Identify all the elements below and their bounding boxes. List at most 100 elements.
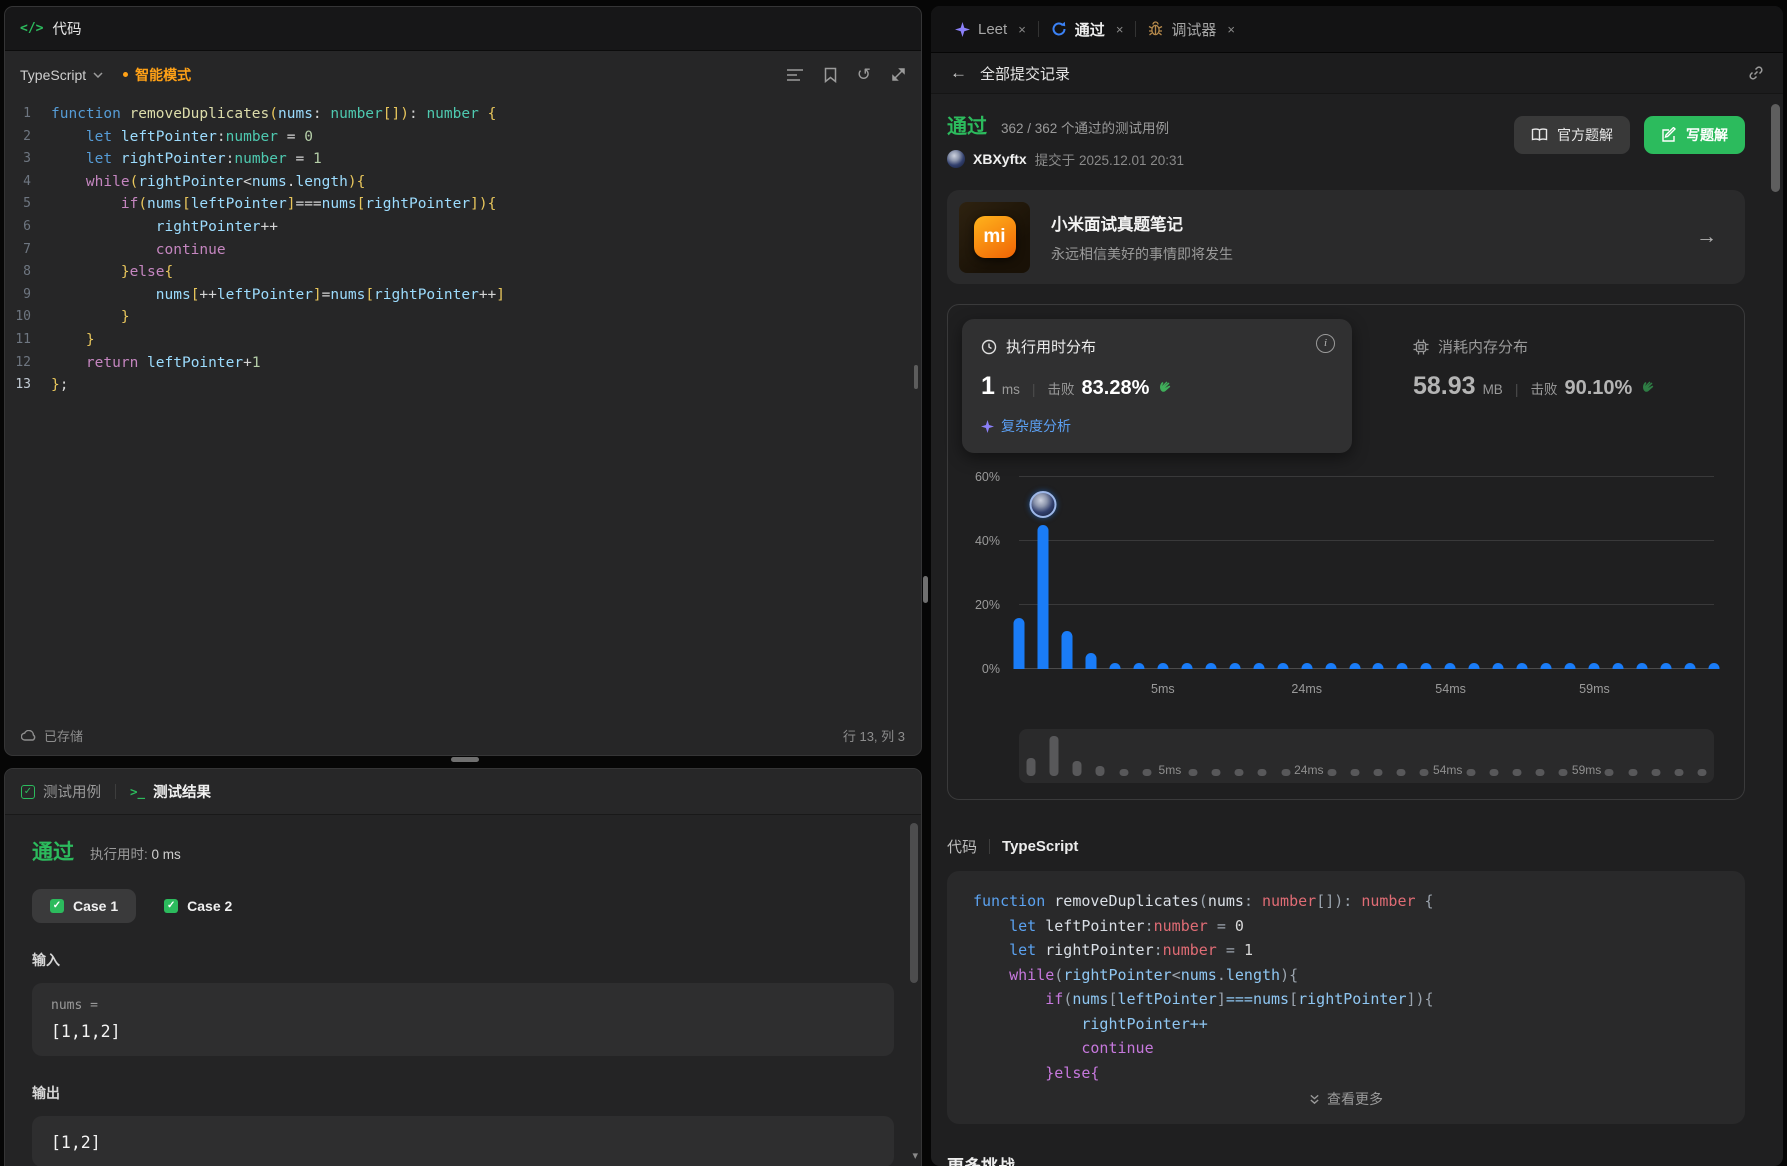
- code-line: 13};: [5, 374, 921, 397]
- histogram-bar[interactable]: [1709, 663, 1720, 669]
- gridline: [1019, 668, 1714, 669]
- histogram-bar[interactable]: [1541, 663, 1552, 669]
- right-scrollbar-thumb[interactable]: [1771, 104, 1780, 192]
- histogram-bar[interactable]: [1133, 663, 1144, 669]
- code-line: 8 }else{: [5, 261, 921, 284]
- histogram-bar[interactable]: [1469, 663, 1480, 669]
- language-select[interactable]: TypeScript: [20, 67, 103, 83]
- case-2-button[interactable]: ✓ Case 2: [146, 889, 250, 923]
- mini-histogram-bar: [1212, 769, 1221, 776]
- bug-icon: [1148, 21, 1163, 37]
- xiaomi-logo: mi: [959, 202, 1030, 273]
- histogram-bar[interactable]: [1229, 663, 1240, 669]
- editor-code[interactable]: 1function removeDuplicates(nums: number[…: [5, 98, 921, 397]
- histogram-bar[interactable]: [1205, 663, 1216, 669]
- close-icon[interactable]: ×: [1018, 22, 1026, 37]
- submission-result: 通过 362 / 362 个通过的测试用例 XBXyftx 提交于 2025.1…: [947, 110, 1745, 169]
- info-icon[interactable]: i: [1316, 334, 1335, 353]
- line-number: 3: [5, 148, 51, 171]
- histogram-bar[interactable]: [1277, 663, 1288, 669]
- x-axis-label: 59ms: [1579, 682, 1610, 696]
- runtime-chart-plot[interactable]: [1019, 477, 1714, 669]
- chart-brush[interactable]: 5ms24ms54ms59ms: [1019, 729, 1714, 783]
- line-number: 9: [5, 284, 51, 307]
- undo-icon[interactable]: ↺: [857, 66, 871, 83]
- official-solution-button[interactable]: 官方题解: [1514, 116, 1630, 154]
- xiaomi-banner[interactable]: mi 小米面试真题笔记 永远相信美好的事情即将发生 →: [947, 190, 1745, 284]
- histogram-bar[interactable]: [1589, 663, 1600, 669]
- code-line: while(rightPointer<nums.length){: [973, 963, 1719, 988]
- code-line: rightPointer++: [973, 1012, 1719, 1037]
- tab-leet[interactable]: Leet ×: [955, 21, 1026, 38]
- output-box: [1,2]: [32, 1116, 894, 1166]
- histogram-bar[interactable]: [1181, 663, 1192, 669]
- histogram-bar[interactable]: [1061, 631, 1072, 669]
- histogram-bar[interactable]: [1445, 663, 1456, 669]
- output-label: 输出: [32, 1083, 894, 1103]
- histogram-bar[interactable]: [1517, 663, 1528, 669]
- histogram-bar[interactable]: [1037, 525, 1048, 669]
- beats-label: 击败: [1048, 378, 1075, 398]
- histogram-bar[interactable]: [1565, 663, 1576, 669]
- histogram-bar[interactable]: [1085, 653, 1096, 669]
- vertical-resizer-handle[interactable]: [923, 576, 928, 603]
- case-1-label: Case 1: [73, 898, 118, 914]
- y-axis-label: 40%: [975, 534, 1000, 548]
- line-number: 7: [5, 239, 51, 262]
- horizontal-resizer-handle[interactable]: [451, 757, 479, 762]
- histogram-bar[interactable]: [1613, 663, 1624, 669]
- tab-passed[interactable]: 通过 ×: [1051, 19, 1124, 40]
- histogram-bar[interactable]: [1325, 663, 1336, 669]
- tab-test-result[interactable]: >_ 测试结果: [130, 781, 211, 802]
- submissions-title: 全部提交记录: [980, 63, 1070, 84]
- histogram-bar[interactable]: [1349, 663, 1360, 669]
- language-label: TypeScript: [20, 67, 86, 83]
- check-icon: ✓: [50, 899, 64, 913]
- tab-test-cases[interactable]: ✓ 测试用例: [21, 781, 101, 802]
- histogram-bar[interactable]: [1685, 663, 1696, 669]
- histogram-bar[interactable]: [1157, 663, 1168, 669]
- code-line: 9 nums[++leftPointer]=nums[rightPointer+…: [5, 284, 921, 307]
- input-box[interactable]: nums = [1,1,2]: [32, 983, 894, 1056]
- code-line: 5 if(nums[leftPointer]===nums[rightPoint…: [5, 193, 921, 216]
- runtime-stat-card[interactable]: 执行用时分布 i 1 ms | 击败 83.28% 复杂度分析: [962, 319, 1352, 453]
- histogram-bar[interactable]: [1397, 663, 1408, 669]
- bookmark-icon[interactable]: [824, 67, 837, 83]
- link-icon[interactable]: [1748, 65, 1764, 81]
- memory-stat-card[interactable]: 消耗内存分布 58.93 MB | 击败 90.10%: [1394, 319, 1676, 453]
- editor-toolbar: TypeScript 智能模式 ↺: [5, 51, 921, 98]
- view-more-button[interactable]: 查看更多: [973, 1088, 1719, 1110]
- x-axis-label: 24ms: [1291, 682, 1322, 696]
- close-icon[interactable]: ×: [1116, 22, 1124, 37]
- code-line: 6 rightPointer++: [5, 216, 921, 239]
- beats-label: 击败: [1530, 378, 1557, 398]
- write-solution-button[interactable]: 写题解: [1644, 116, 1745, 154]
- mini-histogram-bar: [1281, 769, 1290, 776]
- mini-histogram-bar: [1142, 769, 1151, 776]
- histogram-bar[interactable]: [1253, 663, 1264, 669]
- scroll-down-arrow[interactable]: ▾: [912, 1149, 918, 1162]
- histogram-bar[interactable]: [1421, 663, 1432, 669]
- back-arrow-icon[interactable]: ←: [950, 63, 967, 83]
- histogram-bar[interactable]: [1014, 618, 1025, 669]
- case-1-button[interactable]: ✓ Case 1: [32, 889, 136, 923]
- complexity-analysis-link[interactable]: 复杂度分析: [981, 416, 1333, 436]
- histogram-bar[interactable]: [1109, 663, 1120, 669]
- histogram-bar[interactable]: [1373, 663, 1384, 669]
- close-icon[interactable]: ×: [1227, 22, 1235, 37]
- official-solution-label: 官方题解: [1557, 125, 1613, 145]
- histogram-bar[interactable]: [1661, 663, 1672, 669]
- expand-icon[interactable]: [891, 67, 906, 82]
- histogram-bar[interactable]: [1301, 663, 1312, 669]
- editor-scrollbar-thumb[interactable]: [914, 365, 918, 389]
- tab-debugger[interactable]: 调试器 ×: [1148, 19, 1235, 40]
- format-lines-icon[interactable]: [787, 68, 804, 82]
- test-scrollbar-thumb[interactable]: [910, 823, 918, 983]
- mini-histogram-bar: [1119, 769, 1128, 776]
- runtime-chart-ylabels: 0%20%40%60%: [962, 477, 1009, 669]
- right-code-lines: function removeDuplicates(nums: number[]…: [973, 889, 1719, 1085]
- smart-mode-toggle[interactable]: 智能模式: [123, 65, 191, 85]
- histogram-bar[interactable]: [1637, 663, 1648, 669]
- code-line: if(nums[leftPointer]===nums[rightPointer…: [973, 987, 1719, 1012]
- histogram-bar[interactable]: [1493, 663, 1504, 669]
